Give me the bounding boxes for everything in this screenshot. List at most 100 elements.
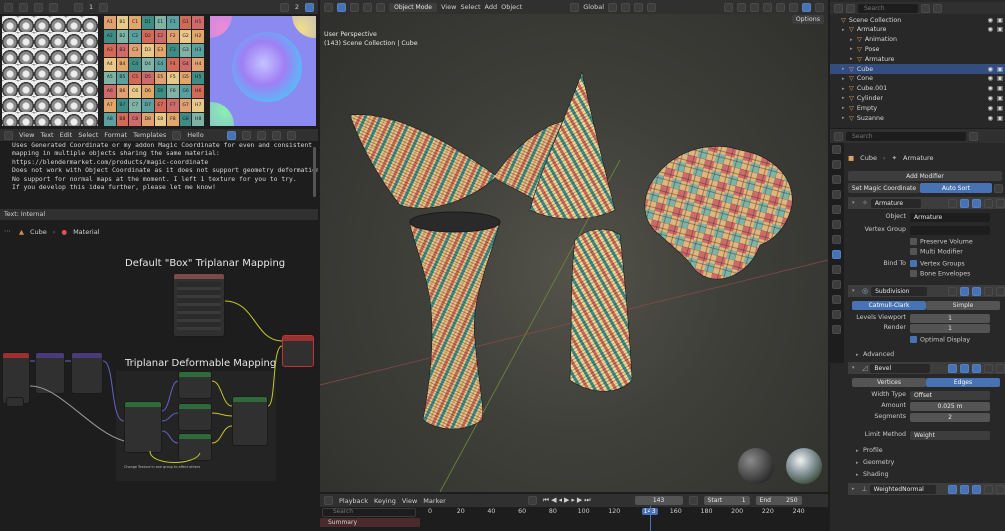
eye-icon[interactable]: ◉ xyxy=(988,115,994,122)
texture-node-1[interactable] xyxy=(178,371,212,399)
viewport-icon[interactable] xyxy=(960,198,969,208)
eye-icon[interactable]: ◉ xyxy=(988,26,994,33)
editor-type-icon[interactable] xyxy=(4,2,13,12)
chevron-right-icon[interactable]: ▸ xyxy=(842,66,849,72)
outliner-row[interactable]: ▸ ▽ Cube ◉ ▣ xyxy=(830,64,1005,74)
viewport-icon[interactable] xyxy=(960,363,969,373)
catmull-clark-tab[interactable]: Catmull-Clark xyxy=(852,301,926,310)
chevron-right-icon[interactable]: ▸ xyxy=(850,37,857,43)
camera-icon[interactable]: ▣ xyxy=(997,66,1003,73)
node-editor-area[interactable]: ⋯ ▲ Cube › ● Material Default "Box" Trip… xyxy=(0,221,318,531)
data-tab-icon[interactable] xyxy=(832,310,841,319)
editor-type-icon[interactable] xyxy=(834,3,843,13)
object-tab-icon[interactable] xyxy=(832,235,841,244)
vertex-group-field[interactable] xyxy=(910,226,990,235)
menu-keying[interactable]: Keying xyxy=(374,497,396,505)
remove-icon[interactable] xyxy=(996,363,1005,373)
camera-icon[interactable]: ▣ xyxy=(997,85,1003,92)
edit-mode-icon[interactable] xyxy=(948,363,957,373)
shading-panel[interactable]: ▸ Shading xyxy=(856,471,889,478)
edit-mode-icon[interactable] xyxy=(948,198,957,208)
new-collection-icon[interactable] xyxy=(933,3,942,13)
scene-tab-icon[interactable] xyxy=(832,205,841,214)
start-frame-field[interactable]: Start 1 xyxy=(703,496,750,505)
remove-icon[interactable] xyxy=(996,198,1005,208)
constraints-tab-icon[interactable] xyxy=(832,295,841,304)
chevron-right-icon[interactable]: ▸ xyxy=(842,95,849,101)
display-mode-icon[interactable] xyxy=(846,3,855,13)
weighted-normal-header[interactable]: ▸ ⟂ WeightedNormal xyxy=(848,483,1005,495)
fake-user-icon[interactable] xyxy=(227,130,237,140)
breadcrumb-object[interactable]: Cube xyxy=(30,228,47,236)
menu-view[interactable]: View xyxy=(402,497,417,505)
image-slot-b[interactable]: 2 xyxy=(295,3,299,11)
armature-modifier-header[interactable]: ▾ ✧ Armature xyxy=(848,197,1005,209)
menu-templates[interactable]: Templates xyxy=(133,131,166,139)
multi-modifier-checkbox[interactable]: Multi Modifier xyxy=(910,248,963,256)
edges-tab[interactable]: Edges xyxy=(926,378,1000,387)
chevron-down-icon[interactable]: ▾ xyxy=(852,200,859,206)
outliner-row[interactable]: ▸ ▽ Animation xyxy=(830,35,1005,45)
group-input-node[interactable] xyxy=(124,401,162,453)
outliner-row[interactable]: ▸ ▽ Suzanne ◉ ▣ xyxy=(830,113,1005,123)
menu-format[interactable]: Format xyxy=(104,131,127,139)
editor-type-icon-3[interactable] xyxy=(279,2,289,12)
tool-tab-icon[interactable] xyxy=(832,145,841,154)
eye-icon[interactable]: ◉ xyxy=(988,66,994,73)
dropdown-icon[interactable] xyxy=(984,286,993,296)
bone-envelopes-checkbox[interactable]: Bone Envelopes xyxy=(910,270,970,278)
modifier-tab-icon[interactable] xyxy=(832,250,841,259)
chevron-down-icon[interactable]: ▾ xyxy=(852,365,859,371)
current-frame-field[interactable]: 143 xyxy=(634,496,683,505)
overlay-icon[interactable]: ⋯ xyxy=(4,227,13,236)
chevron-right-icon[interactable]: ▸ xyxy=(842,27,849,33)
outliner-search[interactable]: Search xyxy=(858,3,918,13)
segments-field[interactable]: 2 xyxy=(910,413,990,422)
remove-icon[interactable] xyxy=(996,484,1005,494)
profile-panel[interactable]: ▸ Profile xyxy=(856,447,883,454)
camera-icon[interactable]: ▣ xyxy=(997,26,1003,33)
mapping-node[interactable] xyxy=(35,352,65,394)
set-magic-coordinate-button[interactable]: Set Magic Coordinate xyxy=(848,183,920,193)
menu-view[interactable]: View xyxy=(19,131,34,139)
vector-math-node[interactable] xyxy=(71,352,103,394)
new-image-icon[interactable] xyxy=(305,2,314,12)
chevron-right-icon[interactable]: ▸ xyxy=(842,76,849,82)
text-content[interactable]: Uses Generated Coordinate or my addon Ma… xyxy=(12,141,318,191)
material-output-node[interactable] xyxy=(282,335,314,367)
physics-tab-icon[interactable] xyxy=(832,280,841,289)
view-icon[interactable] xyxy=(19,2,28,12)
amount-field[interactable]: 0.025 m xyxy=(910,402,990,411)
clock-icon[interactable] xyxy=(688,496,698,505)
bevel-modifier-header[interactable]: ▾ ◿ Bevel xyxy=(848,362,1005,374)
summary-row[interactable]: Summary xyxy=(320,518,420,527)
mix-group-node[interactable] xyxy=(232,396,268,446)
eye-icon[interactable]: ◉ xyxy=(988,95,994,102)
preserve-volume-checkbox[interactable]: Preserve Volume xyxy=(910,238,973,246)
render-icon[interactable] xyxy=(972,198,981,208)
dropdown-icon[interactable] xyxy=(984,363,993,373)
weighted-normal-name[interactable]: WeightedNormal xyxy=(869,484,936,494)
properties-search[interactable]: Search xyxy=(846,131,966,141)
advanced-panel[interactable]: ▸ Advanced xyxy=(856,351,894,358)
outliner-row[interactable]: ▽ Scene Collection ◉ ▣ xyxy=(830,15,1005,25)
menu-edit[interactable]: Edit xyxy=(60,131,73,139)
playback-controls[interactable]: ⏮◀◂▶▸▶⏭ xyxy=(543,496,593,505)
chevron-right-icon[interactable]: ▸ xyxy=(842,115,849,121)
close-text-icon[interactable] xyxy=(257,130,267,140)
subdivision-modifier-header[interactable]: ▾ ◎ Subdivision xyxy=(848,285,1005,297)
outliner-row[interactable]: ▸ ▽ Empty ◉ ▣ xyxy=(830,103,1005,113)
run-script-icon[interactable] xyxy=(272,130,282,140)
render-icon[interactable] xyxy=(972,484,981,494)
chevron-down-icon[interactable]: ▾ xyxy=(852,288,859,294)
eye-icon[interactable]: ◉ xyxy=(988,17,994,24)
timeline-search[interactable]: Search xyxy=(322,508,416,517)
menu-select[interactable]: Select xyxy=(78,131,98,139)
camera-icon[interactable]: ▣ xyxy=(997,105,1003,112)
editor-type-icon[interactable] xyxy=(4,130,13,140)
editor-type-icon[interactable] xyxy=(834,131,843,141)
camera-icon[interactable]: ▣ xyxy=(997,17,1003,24)
menu-marker[interactable]: Marker xyxy=(423,497,445,505)
editor-type-icon-2[interactable] xyxy=(74,2,83,12)
dropdown-icon[interactable] xyxy=(984,484,993,494)
